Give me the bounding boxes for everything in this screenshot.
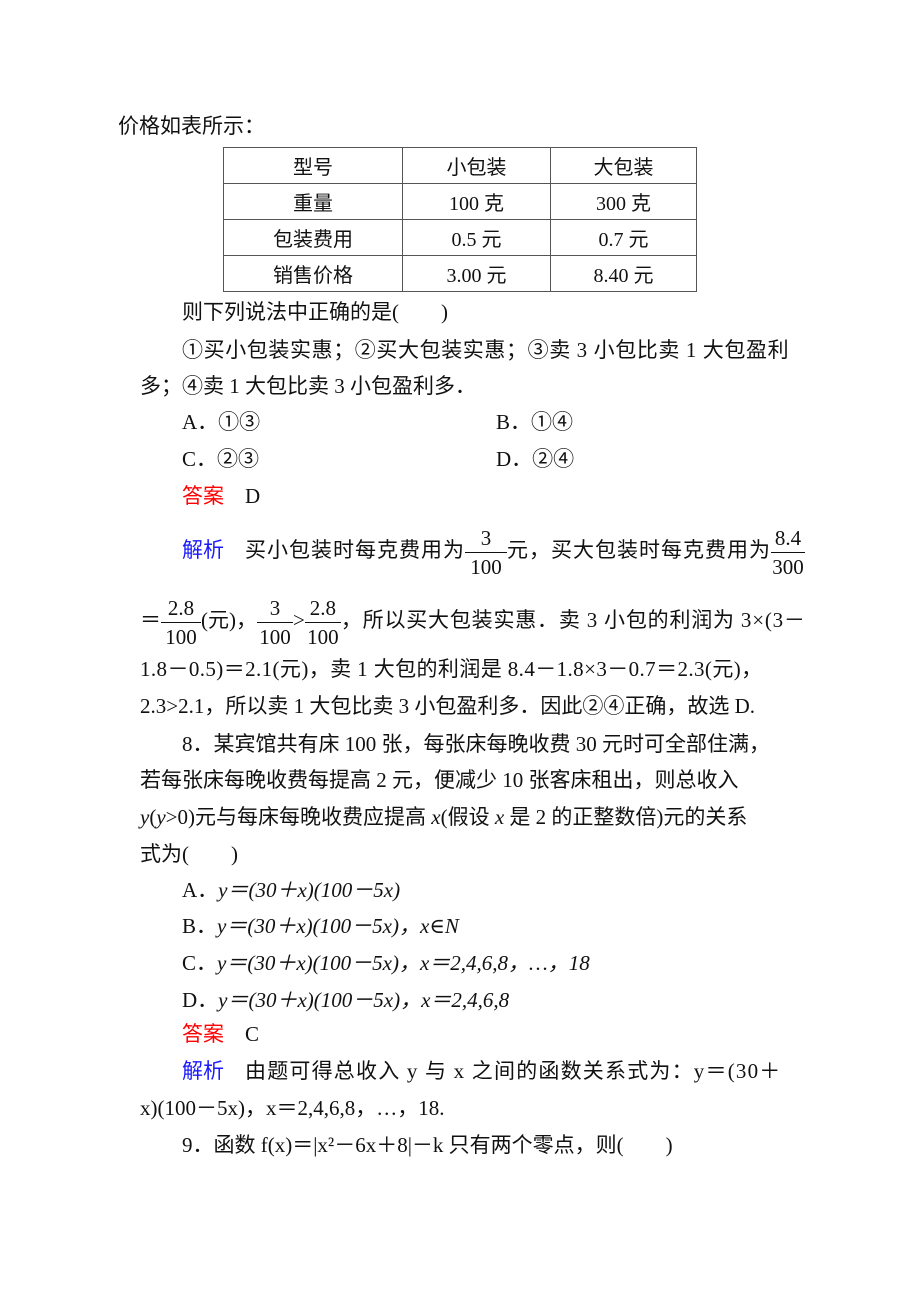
option-text: y＝(30＋x)(100－5x)，x＝2,4,6,8，…，18 xyxy=(217,951,590,975)
q8-answer: 答案 C xyxy=(182,1020,259,1048)
q7-statements-line2: 多；④卖 1 大包比卖 3 小包盈利多． xyxy=(140,374,476,398)
q7-analysis-line4: 2.3>2.1，所以卖 1 大包比卖 3 小包盈利多．因此②④正确，故选 D. xyxy=(140,694,756,718)
option-label: C． xyxy=(182,951,218,975)
option-label: D． xyxy=(182,988,219,1012)
analysis-text: ，所以买大包装实惠．卖 3 小包的利润为 3×(3－ xyxy=(340,608,806,632)
q8-line4: 式为( ) xyxy=(140,842,238,866)
table-cell: 300 克 xyxy=(550,183,697,220)
fraction-numerator: 3 xyxy=(480,525,492,550)
q7-stem: 则下列说法中正确的是( ) xyxy=(182,300,448,324)
q8-text: >0)元与每床每晚收费应提高 xyxy=(165,805,432,829)
q9-stem: 9．函数 f(x)＝|x²－6x＋8|－k 只有两个零点，则( ) xyxy=(182,1133,673,1157)
option-label: D． xyxy=(496,447,533,471)
table-header-cell: 型号 xyxy=(223,147,403,184)
q8-text: (假设 xyxy=(440,805,495,829)
analysis-text: 由题可得总收入 y 与 x 之间的函数关系式为：y＝(30＋ xyxy=(245,1059,782,1083)
analysis-label: 解析 xyxy=(182,538,224,562)
q8-analysis-line1: 解析 由题可得总收入 y 与 x 之间的函数关系式为：y＝(30＋ xyxy=(182,1057,782,1085)
option-text: ②④ xyxy=(532,447,575,471)
table-cell: 重量 xyxy=(223,183,403,220)
analysis-text: 元，买大包装时每克费用为 xyxy=(507,538,771,562)
q7-option-c: C．②③ xyxy=(182,445,259,473)
analysis-text: > xyxy=(293,608,305,632)
answer-label: 答案 xyxy=(182,1022,224,1046)
option-text: ①③ xyxy=(218,410,261,434)
option-text: y＝(30＋x)(100－5x) xyxy=(218,878,401,902)
fraction-numerator: 8.4 xyxy=(774,525,802,550)
fraction: 8.4 300 xyxy=(771,526,805,579)
q8-option-c: C．y＝(30＋x)(100－5x)，x＝2,4,6,8，…，18 xyxy=(182,949,590,977)
math-var: x xyxy=(494,805,505,829)
q7-option-d: D．②④ xyxy=(496,445,574,473)
fraction-numerator: 2.8 xyxy=(167,595,195,620)
answer-value: C xyxy=(245,1022,260,1046)
intro-text: 价格如表所示： xyxy=(118,114,265,138)
fraction-denominator: 100 xyxy=(307,624,339,649)
fraction-numerator: 3 xyxy=(269,595,281,620)
fraction-bar xyxy=(257,621,293,623)
math-var: y xyxy=(140,805,150,829)
fraction: 2.8 100 xyxy=(161,596,201,649)
option-text: y＝(30＋x)(100－5x)，x＝2,4,6,8 xyxy=(218,988,510,1012)
fraction-denominator: 100 xyxy=(259,624,291,649)
math-var: y xyxy=(156,805,166,829)
option-label: B． xyxy=(496,410,532,434)
q8-text: 是 2 的正整数倍)元的关系 xyxy=(504,805,748,829)
fraction: 3 100 xyxy=(257,596,293,649)
fraction: 2.8 100 xyxy=(304,595,341,649)
q7-statements-line1: ①买小包装实惠；②买大包装实惠；③卖 3 小包比卖 1 大包盈利 xyxy=(182,338,790,362)
option-label: A． xyxy=(182,410,219,434)
answer-label: 答案 xyxy=(182,484,224,508)
option-label: C． xyxy=(182,447,218,471)
q8-option-a: A．y＝(30＋x)(100－5x) xyxy=(182,876,400,904)
fraction-numerator: 2.8 xyxy=(309,595,336,620)
math-var: x xyxy=(431,805,441,829)
answer-value: D xyxy=(245,484,261,508)
q8-option-d: D．y＝(30＋x)(100－5x)，x＝2,4,6,8 xyxy=(182,986,509,1014)
table-cell: 8.40 元 xyxy=(550,255,697,292)
fraction-denominator: 100 xyxy=(470,554,502,579)
q8-line1: 8．某宾馆共有床 100 张，每张床每晚收费 30 元时可全部住满， xyxy=(182,732,770,756)
fraction-denominator: 300 xyxy=(772,554,804,579)
fraction-bar xyxy=(161,621,201,623)
fraction-bar xyxy=(465,551,507,553)
q8-line3: y(y>0)元与每床每晚收费应提高 x(假设 x 是 2 的正整数倍)元的关系 xyxy=(140,803,747,831)
q7-answer: 答案 D xyxy=(182,482,260,510)
fraction: 3 100 xyxy=(465,526,507,579)
table-cell: 0.5 元 xyxy=(402,219,551,256)
table-header-row: 型号 小包装 大包装 xyxy=(223,147,697,184)
table-cell: 0.7 元 xyxy=(550,219,697,256)
q7-analysis-line3: 1.8－0.5)＝2.1(元)，卖 1 大包的利润是 8.4－1.8×3－0.7… xyxy=(140,657,763,681)
q7-analysis-line1: 解析 买小包装时每克费用为 3 100 元，买大包装时每克费用为 8.4 300 xyxy=(182,520,805,580)
q8-option-b: B．y＝(30＋x)(100－5x)，x∈N xyxy=(182,912,459,940)
fraction-denominator: 100 xyxy=(165,624,197,649)
analysis-label: 解析 xyxy=(182,1059,224,1083)
option-label: A． xyxy=(182,878,219,902)
analysis-text: ＝ xyxy=(140,608,161,632)
q7-analysis-line2: ＝ 2.8 100 (元)， 3 100 >2.8 100 ，所以买大包装实惠．卖 3 小包的利… xyxy=(140,590,806,650)
q8-line2: 若每张床每晚收费每提高 2 元，便减少 10 张客床租出，则总收入 xyxy=(140,768,739,792)
analysis-text: (元)， xyxy=(201,608,257,632)
fraction-bar xyxy=(771,551,805,553)
table-cell: 包装费用 xyxy=(223,219,403,256)
table-header-cell: 大包装 xyxy=(550,147,697,184)
table-header-cell: 小包装 xyxy=(402,147,551,184)
table-row: 包装费用 0.5 元 0.7 元 xyxy=(223,219,697,256)
q8-analysis-line2: x)(100－5x)，x＝2,4,6,8，…，18. xyxy=(140,1096,445,1120)
analysis-text: 买小包装时每克费用为 xyxy=(245,538,465,562)
table-row: 重量 100 克 300 克 xyxy=(223,183,697,220)
table-cell: 100 克 xyxy=(402,183,551,220)
q7-option-a: A．①③ xyxy=(182,408,260,436)
table-row: 销售价格 3.00 元 8.40 元 xyxy=(223,255,697,292)
table-cell: 销售价格 xyxy=(223,255,403,292)
fraction-bar xyxy=(304,621,341,623)
option-text: y＝(30＋x)(100－5x)，x∈N xyxy=(217,914,459,938)
price-table: 型号 小包装 大包装 重量 100 克 300 克 包装费用 0.5 元 0.7… xyxy=(223,147,697,292)
q7-option-b: B．①④ xyxy=(496,408,573,436)
option-text: ②③ xyxy=(217,447,260,471)
option-text: ①④ xyxy=(531,410,574,434)
option-label: B． xyxy=(182,914,218,938)
table-cell: 3.00 元 xyxy=(402,255,551,292)
